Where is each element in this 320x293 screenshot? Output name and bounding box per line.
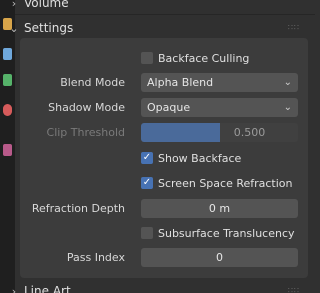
tab-material-icon[interactable] [3,104,12,116]
chevron-down-icon: ⌄ [9,21,19,35]
checkbox-box [141,227,153,239]
chevron-down-icon: ⌄ [283,102,292,113]
pass-index-field[interactable]: 0 [141,248,298,267]
checkbox-label: Subsurface Translucency [158,226,295,240]
row-show-backface: ✓ Show Backface [20,148,308,168]
field-label: Clip Threshold [46,126,125,139]
backface-culling-checkbox[interactable]: Backface Culling [141,48,249,68]
panel-title: Settings [24,21,74,35]
checkbox-label: Show Backface [158,151,242,165]
panel-header-line-art[interactable]: › Line Art ∷∷ [5,280,308,293]
tab-data-icon[interactable] [3,74,12,86]
dropdown-value: Opaque [147,101,191,114]
panel-header-settings[interactable]: ⌄ Settings ∷∷ [5,17,308,39]
chevron-right-icon: › [11,0,17,10]
row-subsurface-translucency: Subsurface Translucency [20,223,308,243]
show-backface-checkbox[interactable]: ✓ Show Backface [141,148,241,168]
field-label: Blend Mode [60,76,125,89]
checkbox-box [141,52,153,64]
field-label: Pass Index [66,251,125,264]
field-label: Refraction Depth [31,202,125,215]
clip-threshold-slider[interactable]: 0.500 [141,123,298,142]
dropdown-value: Alpha Blend [147,76,214,89]
tab-object-icon[interactable] [3,48,12,60]
field-value: 0 m [208,202,231,215]
blend-mode-dropdown[interactable]: Alpha Blend ⌄ [141,73,298,92]
checkbox-label: Screen Space Refraction [158,176,293,190]
panel-title: Line Art [24,284,71,293]
field-label: Shadow Mode [48,101,125,114]
row-backface-culling: Backface Culling [20,48,308,68]
screen-space-refraction-checkbox[interactable]: ✓ Screen Space Refraction [141,173,293,193]
properties-editor: › Volume ⌄ Settings ∷∷ Backface Culling … [0,0,315,293]
shadow-mode-dropdown[interactable]: Opaque ⌄ [141,98,298,117]
checkbox-label: Backface Culling [158,51,250,65]
chevron-down-icon: ⌄ [283,77,292,88]
row-clip-threshold: Clip Threshold 0.500 [20,123,308,143]
subsurface-translucency-checkbox[interactable]: Subsurface Translucency [141,223,295,243]
slider-value: 0.500 [233,126,266,139]
tab-texture-icon[interactable] [3,144,12,156]
properties-tab-strip [0,0,15,293]
drag-grip-icon[interactable]: ∷∷ [288,287,300,293]
row-pass-index: Pass Index 0 [20,248,308,268]
row-blend-mode: Blend Mode Alpha Blend ⌄ [20,73,308,93]
checkmark-icon: ✓ [141,152,153,164]
checkmark-icon: ✓ [141,177,153,189]
row-shadow-mode: Shadow Mode Opaque ⌄ [20,98,308,118]
chevron-right-icon: › [11,284,17,293]
panel-header-volume[interactable]: › Volume [5,0,308,14]
row-screen-space-refraction: ✓ Screen Space Refraction [20,173,308,193]
drag-grip-icon[interactable]: ∷∷ [288,24,300,32]
panel-title: Volume [24,0,69,10]
field-value: 0 [216,251,223,264]
row-refraction-depth: Refraction Depth 0 m [20,199,308,219]
divider [15,14,315,15]
refraction-depth-field[interactable]: 0 m [141,199,298,218]
